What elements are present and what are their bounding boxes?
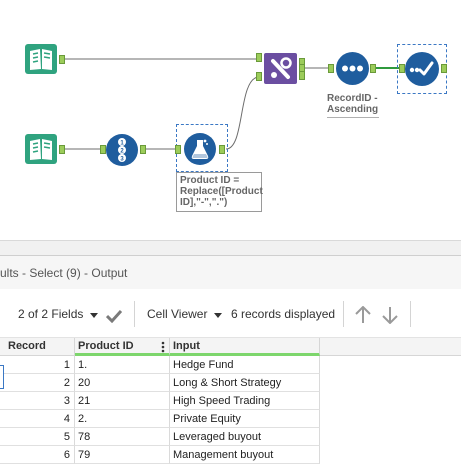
grid-header: Record Product ID Input [0,338,461,356]
table-row[interactable]: 1 1. Hedge Fund [0,356,461,374]
results-toolbar: 2 of 2 Fields Cell Viewer 6 records disp… [0,289,461,338]
arrow-down-icon[interactable] [382,306,398,324]
cell-record[interactable]: 2 [0,374,75,392]
cell-product-id[interactable]: 78 [75,428,170,446]
book-icon [25,134,57,164]
column-menu-icon[interactable] [161,341,165,353]
output-anchor[interactable] [441,64,447,73]
cell-product-id[interactable]: 2. [75,410,170,428]
chevron-down-icon[interactable] [214,313,222,318]
table-row[interactable]: 2 20 Long & Short Strategy [0,374,461,392]
formula-tool[interactable] [184,133,216,165]
cell-product-id[interactable]: 1. [75,356,170,374]
join-output-anchor[interactable] [299,71,305,80]
column-header-record[interactable]: Record [0,338,75,355]
flask-icon [184,133,216,165]
checkmark-icon [405,52,439,86]
record-id-tool[interactable]: 1 2 3 [106,134,138,166]
output-anchor[interactable] [370,64,376,73]
cell-input[interactable]: Hedge Fund [170,356,320,374]
dots-icon [336,52,369,85]
sort-tool[interactable] [336,52,369,85]
fields-dropdown-label[interactable]: 2 of 2 Fields [18,307,83,321]
results-title-bar: ults - Select (9) - Output [0,255,461,290]
cell-product-id[interactable]: 79 [75,446,170,464]
table-row[interactable]: 3 21 High Speed Trading [0,392,461,410]
cell-product-id[interactable]: 20 [75,374,170,392]
toolbar-separator [134,301,135,327]
cell-viewer-dropdown-label[interactable]: Cell Viewer [147,307,207,321]
output-anchor[interactable] [140,145,146,154]
cell-record[interactable]: 5 [0,428,75,446]
cell-input[interactable]: Private Equity [170,410,320,428]
cell-input[interactable]: High Speed Trading [170,392,320,410]
input-data-tool-b[interactable] [25,134,57,164]
toolbar-separator [343,301,344,327]
join-tool[interactable] [264,53,297,84]
cell-input[interactable]: Long & Short Strategy [170,374,320,392]
join-icon [264,53,297,84]
numbered-circles-icon: 1 2 3 [106,134,138,166]
select-tool[interactable] [405,52,439,86]
input-anchor[interactable] [328,64,334,73]
input-data-tool-a[interactable] [25,44,57,74]
results-title: ults - Select (9) - Output [0,266,128,280]
cell-input[interactable]: Management buyout [170,446,320,464]
row-indicator [0,365,4,389]
arrow-up-icon[interactable] [355,306,371,324]
cell-product-id[interactable]: 21 [75,392,170,410]
toolbar-separator [410,301,411,327]
output-anchor[interactable] [59,55,65,64]
cell-record[interactable]: 1 [0,356,75,374]
column-header-input[interactable]: Input [170,338,320,356]
formula-annotation: Product ID = Replace([Product ID],"-",".… [176,172,263,212]
cell-record[interactable]: 6 [0,446,75,464]
table-row[interactable]: 5 78 Leveraged buyout [0,428,461,446]
output-anchor[interactable] [59,145,65,154]
column-header-product-id[interactable]: Product ID [75,338,170,356]
workflow-canvas[interactable]: 1 2 3 Product ID = Replace([Product ID],… [0,0,461,240]
book-icon [25,44,57,74]
chevron-down-icon[interactable] [90,313,98,318]
join-right-anchor[interactable] [256,72,262,81]
join-left-anchor[interactable] [256,53,262,62]
check-icon[interactable] [106,309,122,323]
cell-record[interactable]: 3 [0,392,75,410]
table-row[interactable]: 4 2. Private Equity [0,410,461,428]
output-anchor[interactable] [219,145,225,154]
cell-input[interactable]: Leveraged buyout [170,428,320,446]
table-row[interactable]: 6 79 Management buyout [0,446,461,464]
sort-annotation: RecordID - Ascending [327,93,379,118]
input-anchor[interactable] [175,145,181,154]
pane-splitter[interactable] [0,240,461,255]
records-count: 6 records displayed [231,307,336,321]
cell-record[interactable]: 4 [0,410,75,428]
